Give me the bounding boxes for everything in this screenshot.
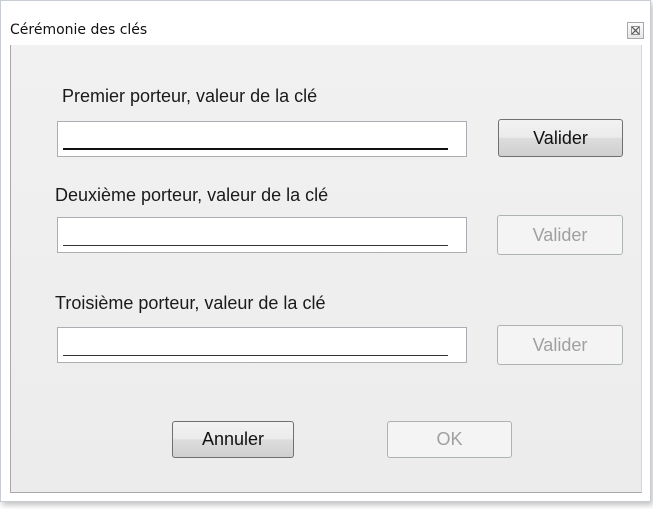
title-bar[interactable]: Cérémonie des clés — [1, 1, 650, 45]
dialog-body: Premier porteur, valeur de la clé Valide… — [10, 45, 642, 493]
first-carrier-key-input[interactable] — [57, 121, 467, 157]
third-carrier-key-input[interactable] — [57, 327, 467, 363]
ok-button[interactable]: OK — [387, 421, 512, 458]
close-icon — [631, 26, 640, 35]
third-carrier-validate-button[interactable]: Valider — [497, 325, 623, 365]
key-ceremony-dialog: Cérémonie des clés Premier porteur, vale… — [0, 0, 651, 502]
window-title: Cérémonie des clés — [10, 22, 148, 38]
second-carrier-validate-button[interactable]: Valider — [497, 215, 623, 255]
first-carrier-label: Premier porteur, valeur de la clé — [62, 86, 318, 106]
cancel-button[interactable]: Annuler — [172, 421, 294, 458]
first-carrier-validate-button[interactable]: Valider — [498, 119, 623, 157]
input-text-line — [63, 355, 448, 356]
input-text-line — [63, 245, 448, 246]
input-text-line — [63, 148, 448, 150]
second-carrier-key-input[interactable] — [57, 217, 467, 253]
second-carrier-label: Deuxième porteur, valeur de la clé — [55, 185, 329, 205]
third-carrier-label: Troisième porteur, valeur de la clé — [55, 293, 326, 313]
close-button[interactable] — [627, 22, 644, 39]
